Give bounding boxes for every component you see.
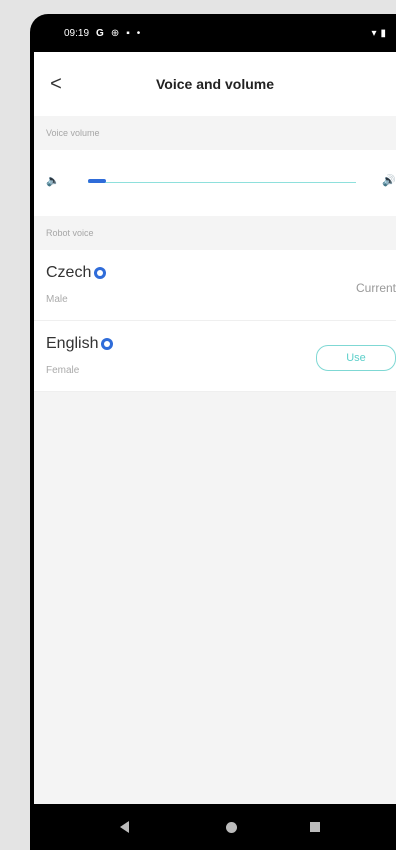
page-title: Voice and volume (156, 76, 274, 92)
voice-volume-label: Voice volume (46, 128, 100, 138)
voice-name-text: English (46, 335, 99, 352)
volume-row: 🔈 🔊 (34, 150, 396, 216)
voice-item-czech: Czech Male Current (34, 250, 396, 321)
voice-gender: Male (46, 294, 68, 305)
google-icon: G (96, 27, 104, 39)
vpn-icon: ⊕ (110, 27, 120, 39)
nav-recents-icon[interactable] (310, 822, 320, 832)
voice-gender: Female (46, 365, 80, 376)
voice-preview-icon[interactable] (94, 267, 107, 279)
status-bar: 09:19 G ⊕ ▪ • ▾ ▮ (34, 14, 396, 52)
system-nav-bar (34, 804, 396, 850)
sim-icon: ▪ (126, 27, 130, 39)
back-button[interactable]: < (44, 72, 68, 96)
voice-name-text: Czech (46, 264, 92, 281)
voice-item-english: English Female Use (34, 321, 396, 392)
use-voice-button[interactable]: Use (316, 345, 396, 371)
nav-home-icon[interactable] (226, 822, 237, 833)
current-status: Current (355, 281, 396, 295)
app-screen: 09:19 G ⊕ ▪ • ▾ ▮ < Voice and volume Voi… (34, 14, 396, 850)
status-time: 09:19 (64, 27, 90, 39)
voice-preview-icon[interactable] (101, 338, 114, 350)
volume-low-icon: 🔈 (46, 175, 60, 187)
app-bar: < Voice and volume (34, 52, 396, 116)
volume-slider-track[interactable] (88, 182, 356, 183)
wifi-icon: ▾ (371, 27, 377, 39)
robot-voice-label: Robot voice (46, 228, 94, 238)
volume-slider-thumb[interactable] (88, 179, 106, 183)
voice-name: Czech (46, 264, 107, 282)
dot-icon: • (136, 27, 141, 39)
status-right: ▾ ▮ (371, 28, 386, 39)
battery-icon: ▮ (380, 27, 386, 39)
back-arrow-icon: < (50, 73, 62, 95)
nav-back-icon[interactable] (120, 821, 129, 833)
voice-name: English (46, 335, 114, 353)
status-left: 09:19 G ⊕ ▪ • (64, 28, 140, 39)
volume-high-icon: 🔊 (382, 175, 396, 187)
phone-frame: 09:19 G ⊕ ▪ • ▾ ▮ < Voice and volume Voi… (30, 14, 396, 850)
